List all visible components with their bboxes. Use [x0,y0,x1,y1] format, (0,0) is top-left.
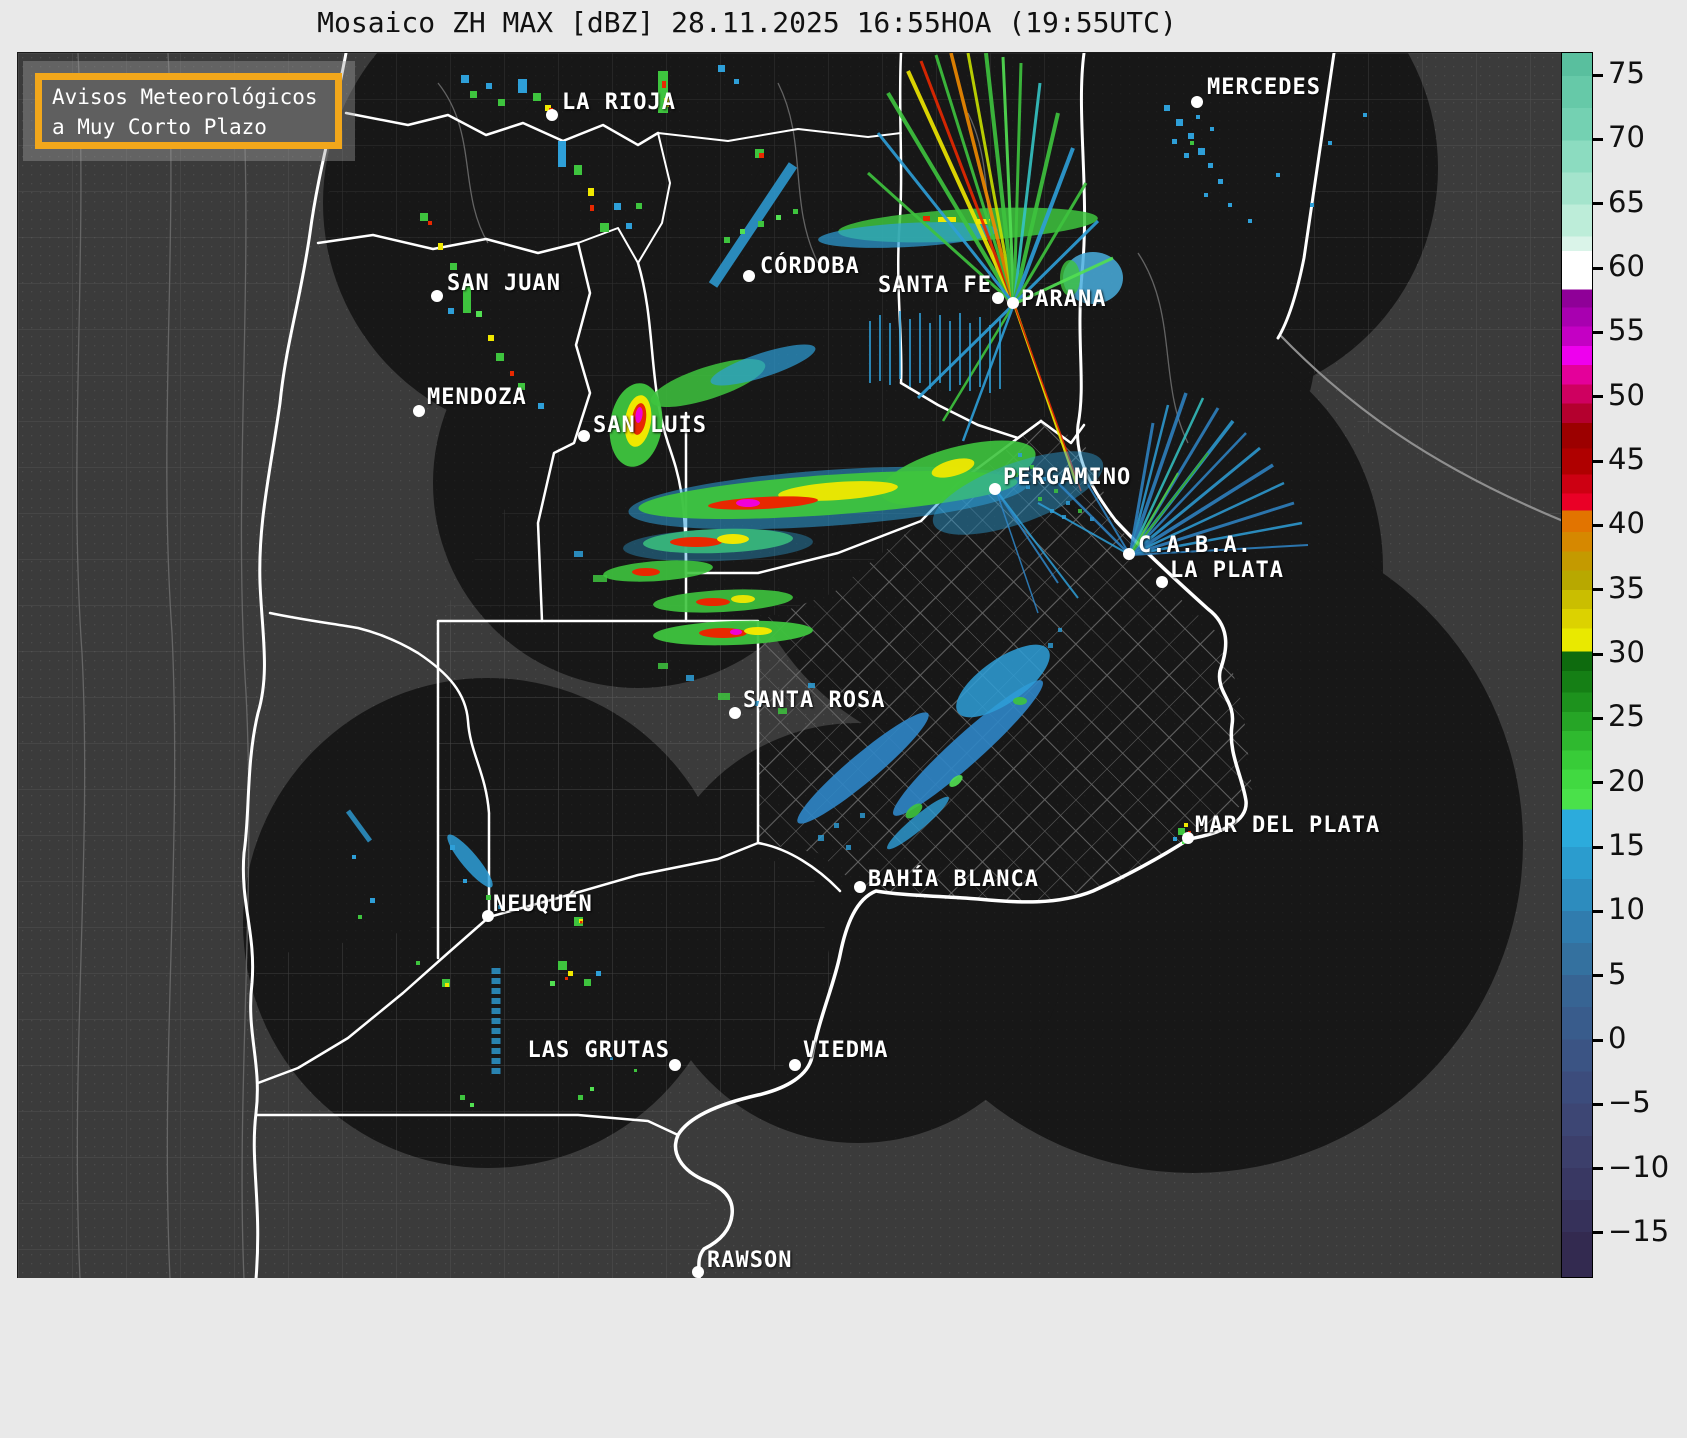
city-dot [1156,576,1168,588]
city-label: SANTA ROSA [743,688,886,713]
radar-mosaic-figure: Mosaico ZH MAX [dBZ] 28.11.2025 16:55HOA… [0,0,1687,1438]
city-label: SANTA FE [878,273,992,298]
colorbar-tick-label: 0 [1608,1021,1627,1055]
colorbar-tick [1593,395,1603,399]
colorbar-tick [1593,523,1603,527]
colorbar-tick [1593,459,1603,463]
city-dot [743,270,755,282]
colorbar-tick [1593,781,1603,785]
colorbar-tick [1593,202,1603,206]
city-label: SAN JUAN [447,271,561,296]
city-dot [1123,548,1135,560]
city-label: NEUQUÉN [493,892,593,917]
colorbar-tick [1593,73,1603,77]
colorbar-tick [1593,330,1603,334]
city-dot [729,707,741,719]
city-label: C.A.B.A. [1138,533,1252,558]
city-label: MAR DEL PLATA [1195,813,1381,838]
colorbar-tick [1593,974,1603,978]
radar-map-svg [18,53,1563,1279]
city-label: SAN LUIS [593,413,707,438]
city-label: LAS GRUTAS [527,1038,670,1063]
city-dot [413,405,425,417]
city-dot [1191,96,1203,108]
colorbar-tick-label: 50 [1608,377,1645,412]
city-dot [854,881,866,893]
colorbar-tick [1593,1167,1603,1171]
colorbar-tick [1593,266,1603,270]
city-dot [578,430,590,442]
colorbar-tick-label: 45 [1608,442,1645,477]
colorbar-tick-label: 65 [1608,184,1645,219]
colorbar-tick [1593,652,1603,656]
alert-line-1: Avisos Meteorológicos [52,85,318,109]
city-label: CÓRDOBA [760,254,860,279]
colorbar-tick-label: 30 [1608,635,1645,670]
colorbar-tick-label: 25 [1608,699,1645,734]
colorbar-tick-label: −10 [1608,1149,1670,1184]
colorbar-tick [1593,137,1603,141]
colorbar-tick-label: 70 [1608,120,1645,155]
colorbar-tick-label: 75 [1608,56,1645,91]
city-label: PERGAMINO [1003,465,1132,490]
colorbar-tick [1593,1038,1603,1042]
city-dot [669,1059,681,1071]
city-dot [789,1059,801,1071]
alert-line-2: a Muy Corto Plazo [52,115,267,139]
colorbar-tick-label: 20 [1608,763,1645,798]
colorbar-tick-label: 55 [1608,313,1645,348]
city-label: RAWSON [707,1248,793,1273]
city-label: VIEDMA [803,1038,889,1063]
city-label: PARANA [1021,287,1107,312]
colorbar [1561,52,1593,1278]
city-dot [989,483,1001,495]
colorbar-tick-label: 10 [1608,892,1645,927]
colorbar-tick-label: 15 [1608,828,1645,863]
city-label: MERCEDES [1207,75,1321,100]
radar-map [17,52,1563,1279]
colorbar-tick-label: 35 [1608,570,1645,605]
colorbar-tick [1593,1231,1603,1235]
city-label: LA RIOJA [562,90,676,115]
colorbar-tick-label: 40 [1608,506,1645,541]
city-label: LA PLATA [1170,558,1284,583]
city-dot [692,1266,704,1278]
city-dot [546,109,558,121]
city-label: BAHÍA BLANCA [868,867,1039,892]
colorbar-tick [1593,588,1603,592]
city-dot [431,290,443,302]
colorbar-tick-label: 5 [1608,956,1627,991]
colorbar-tick-label: 60 [1608,249,1645,284]
colorbar-tick [1593,1102,1603,1106]
colorbar-tick [1593,845,1603,849]
city-dot [992,292,1004,304]
footer: Servicio Meteorológico Nacional Argentin… [0,1278,1687,1438]
city-dot [1007,297,1019,309]
colorbar-tick [1593,716,1603,720]
city-dot [1182,832,1194,844]
colorbar-tick-label: −5 [1608,1085,1651,1120]
page-title: Mosaico ZH MAX [dBZ] 28.11.2025 16:55HOA… [317,6,1177,39]
alert-box[interactable]: Avisos Meteorológicos a Muy Corto Plazo [35,73,342,149]
colorbar-tick [1593,909,1603,913]
city-label: MENDOZA [427,385,527,410]
colorbar-tick-label: −15 [1608,1213,1670,1248]
